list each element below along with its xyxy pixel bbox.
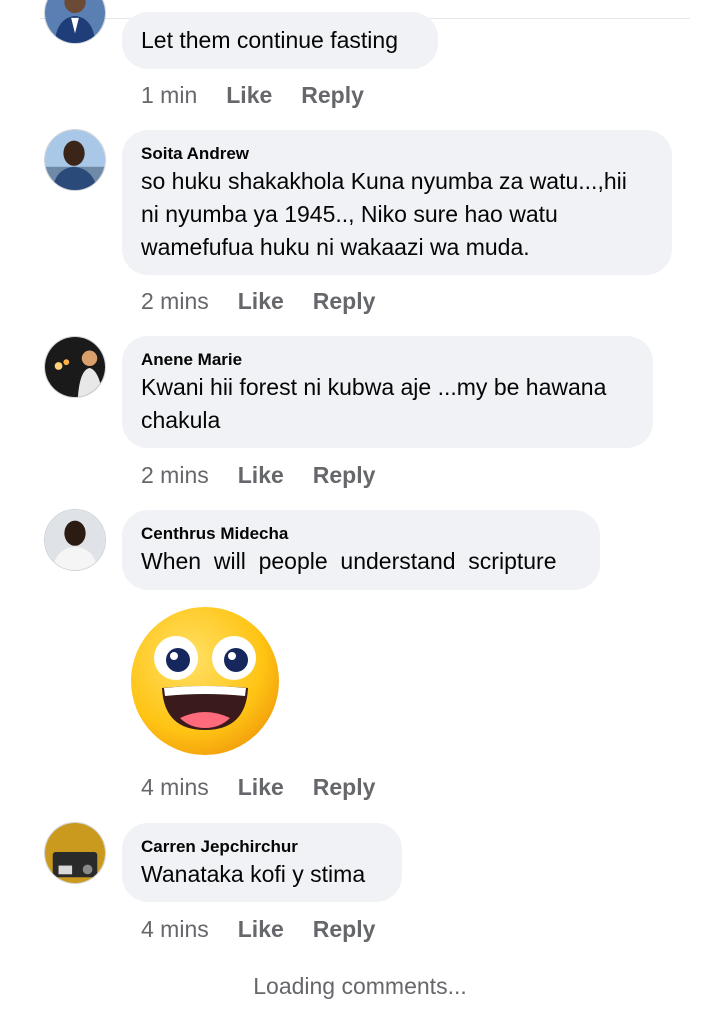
comment-meta: 2 mins Like Reply bbox=[141, 460, 404, 490]
comment-time[interactable]: 4 mins bbox=[141, 772, 209, 802]
reply-button[interactable]: Reply bbox=[313, 914, 376, 944]
comment-text: so huku shakakhola Kuna nyumba za watu..… bbox=[141, 168, 627, 260]
avatar[interactable] bbox=[44, 129, 106, 191]
comment-bubble: Soita Andrew so huku shakakhola Kuna nyu… bbox=[122, 130, 672, 275]
reply-button[interactable]: Reply bbox=[313, 460, 376, 490]
comment-time[interactable]: 2 mins bbox=[141, 286, 209, 316]
comment-meta: 1 min Like Reply bbox=[141, 80, 393, 110]
reply-button[interactable]: Reply bbox=[301, 80, 364, 110]
avatar[interactable] bbox=[44, 822, 106, 884]
like-button[interactable]: Like bbox=[238, 460, 284, 490]
comment-author[interactable]: Carren Jepchirchur bbox=[141, 836, 382, 858]
comment-text: Let them continue fasting bbox=[141, 27, 398, 53]
comment-text: Kwani hii forest ni kubwa aje ...my be h… bbox=[141, 374, 607, 433]
comment-time[interactable]: 1 min bbox=[141, 80, 197, 110]
like-button[interactable]: Like bbox=[226, 80, 272, 110]
reply-button[interactable]: Reply bbox=[313, 286, 376, 316]
comment-bubble: Let them continue fasting bbox=[122, 12, 438, 69]
comment-author[interactable]: Anene Marie bbox=[141, 349, 633, 371]
like-button[interactable]: Like bbox=[238, 914, 284, 944]
comment-bubble: Anene Marie Kwani hii forest ni kubwa aj… bbox=[122, 336, 653, 448]
reply-button[interactable]: Reply bbox=[313, 772, 376, 802]
comment-meta: 4 mins Like Reply bbox=[141, 914, 404, 944]
grinning-face-sticker-icon bbox=[130, 606, 280, 756]
comment-author[interactable]: Soita Andrew bbox=[141, 143, 652, 165]
comment-bubble: Centhrus Midecha When will people unders… bbox=[122, 510, 600, 590]
comment-text: Wanataka kofi y stima bbox=[141, 861, 366, 887]
like-button[interactable]: Like bbox=[238, 772, 284, 802]
comment-time[interactable]: 2 mins bbox=[141, 460, 209, 490]
comment-meta: 2 mins Like Reply bbox=[141, 286, 404, 316]
loading-comments-text: Loading comments... bbox=[253, 973, 467, 999]
avatar[interactable] bbox=[44, 0, 106, 44]
like-button[interactable]: Like bbox=[238, 286, 284, 316]
comment-time[interactable]: 4 mins bbox=[141, 914, 209, 944]
avatar[interactable] bbox=[44, 336, 106, 398]
comment-meta: 4 mins Like Reply bbox=[141, 772, 404, 802]
comment-author[interactable]: Centhrus Midecha bbox=[141, 523, 580, 545]
avatar[interactable] bbox=[44, 509, 106, 571]
comment-text: When will people understand scripture bbox=[141, 548, 557, 574]
comment-bubble: Carren Jepchirchur Wanataka kofi y stima bbox=[122, 823, 402, 902]
